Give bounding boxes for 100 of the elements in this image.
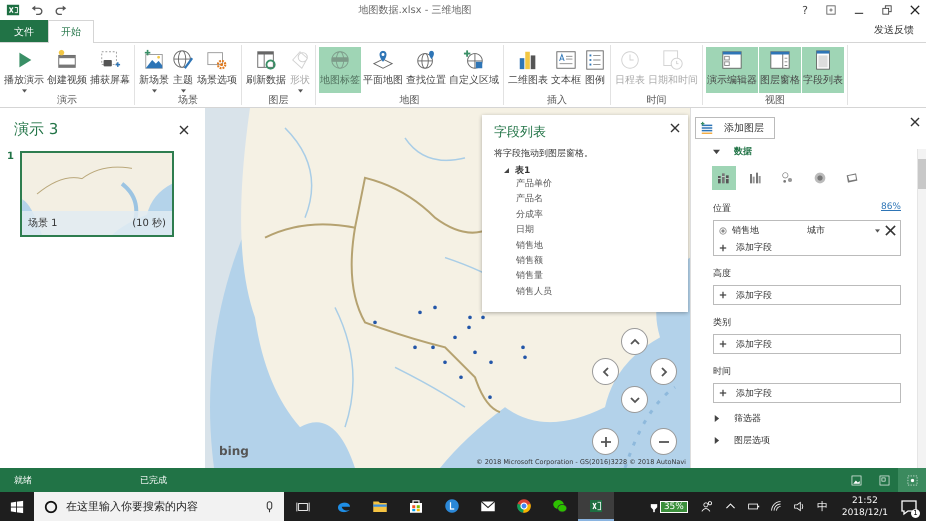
ribbon-button[interactable]: 创建视频 [46, 47, 88, 93]
status-text: 就绪 [14, 474, 32, 486]
group-label: 场景 [178, 94, 198, 108]
task-view-icon[interactable] [296, 500, 310, 514]
refresh-icon [255, 49, 277, 71]
ribbon-button[interactable]: 二维图表 [507, 47, 549, 93]
group-label: 插入 [547, 94, 567, 108]
close-icon[interactable] [670, 123, 680, 133]
field-well-label: 位置 [713, 202, 731, 215]
ribbon-button[interactable]: 场景选项 [196, 47, 238, 93]
clock-date[interactable]: 2018/12/1 [842, 506, 888, 518]
field-item[interactable]: 销售量 [494, 269, 680, 285]
scene-duration: (10 秒) [132, 216, 166, 230]
field-item[interactable]: 产品名 [494, 192, 680, 208]
ribbon-tab[interactable]: 文件 [0, 20, 48, 42]
field-item[interactable]: 日期 [494, 223, 680, 239]
globe-icon [172, 49, 194, 71]
calendar-clock-icon [662, 49, 684, 71]
redo-icon[interactable] [54, 3, 68, 17]
ribbon-button[interactable]: 新场景 [138, 47, 170, 93]
match-confidence-link[interactable]: 86% [880, 202, 901, 215]
visualization-button[interactable] [712, 166, 736, 190]
scene-thumbnail[interactable]: 场景 1 (10 秒) [20, 151, 174, 237]
volume-icon[interactable] [792, 500, 806, 513]
ribbon-button[interactable]: 图层窗格 [759, 47, 801, 93]
microphone-icon[interactable] [265, 500, 274, 512]
section-title[interactable]: 数据 [734, 145, 752, 158]
help-button[interactable]: ? [802, 4, 808, 16]
scene-number: 1 [7, 151, 14, 164]
section-title[interactable]: 图层选项 [734, 434, 770, 447]
ribbon-button[interactable]: 查找位置 [405, 47, 447, 93]
section-title[interactable]: 筛选器 [734, 412, 761, 425]
ribbon-tab[interactable]: 开始 [48, 20, 94, 43]
add-field-button[interactable]: 添加字段 [713, 285, 901, 305]
globe-pin-icon [415, 49, 437, 71]
undo-icon[interactable] [30, 3, 44, 17]
add-field-button[interactable]: 添加字段 [713, 334, 901, 354]
scene-name: 场景 1 [28, 216, 58, 230]
input-method-indicator[interactable]: 中 [816, 499, 828, 514]
plus-icon [719, 291, 727, 299]
table-name[interactable]: 表1 [515, 164, 530, 177]
ribbon-button[interactable]: 自定义区域 [448, 47, 500, 93]
film-icon [56, 49, 78, 71]
view-button[interactable] [898, 468, 926, 492]
ribbon-button[interactable]: 图例 [583, 47, 607, 93]
field-name: 销售地 [732, 224, 760, 237]
people-icon[interactable] [700, 500, 714, 513]
clock-icon [619, 49, 641, 71]
ribbon-button[interactable]: 演示编辑器 [706, 47, 758, 93]
close-icon[interactable] [910, 5, 920, 15]
radio-icon[interactable] [719, 226, 727, 234]
search-field[interactable]: 在这里输入你要搜索的内容 [64, 499, 259, 514]
expanded-icon[interactable] [504, 168, 509, 173]
collapsed-icon[interactable] [713, 415, 720, 422]
group-label: 视图 [765, 94, 785, 108]
search-box[interactable]: 在这里输入你要搜索的内容 [34, 492, 284, 521]
map-frame-icon [878, 474, 890, 486]
plus-icon [719, 244, 727, 252]
add-field-button[interactable]: 添加字段 [713, 383, 901, 403]
close-icon[interactable] [179, 124, 189, 134]
scrollbar[interactable] [917, 149, 926, 468]
add-layer-button[interactable]: 添加图层 [695, 117, 775, 139]
windows-logo-icon[interactable] [10, 500, 24, 514]
globe-icon [329, 49, 351, 71]
field-item[interactable]: 销售人员 [494, 284, 680, 300]
field-item[interactable]: 产品单价 [494, 177, 680, 192]
field-well-label: 时间 [713, 366, 732, 378]
ribbon-button[interactable]: 字段列表 [802, 47, 844, 93]
ribbon-button[interactable]: 文本框 [550, 47, 582, 93]
ribbon-button[interactable]: 主题 [171, 47, 195, 93]
field-item[interactable]: 销售地 [494, 238, 680, 254]
taskbar-app-button[interactable] [578, 492, 614, 521]
field-type[interactable]: 城市 [807, 224, 870, 237]
ribbon-display-icon[interactable] [826, 5, 836, 15]
collapsed-icon[interactable] [713, 437, 720, 444]
field-item[interactable]: 分成率 [494, 208, 680, 224]
plus-icon [600, 436, 612, 448]
remove-icon[interactable] [885, 225, 896, 236]
ribbon-button[interactable]: 捕获屏幕 [89, 47, 131, 93]
pane-icon [769, 49, 791, 71]
expanded-icon[interactable] [713, 148, 720, 155]
close-icon[interactable] [910, 117, 920, 127]
restore-icon[interactable] [882, 5, 892, 15]
text-box-icon [555, 49, 577, 71]
wifi-icon[interactable] [770, 500, 783, 513]
ribbon-button[interactable]: 刷新数据 [245, 47, 287, 93]
clock-time[interactable]: 21:52 [852, 494, 878, 506]
notification-icon[interactable] [900, 498, 918, 516]
add-field-button[interactable]: 添加字段 [714, 241, 900, 254]
spreadsheet-icon[interactable] [6, 3, 20, 17]
field-well-label: 类别 [713, 316, 732, 329]
field-item[interactable]: 销售额 [494, 254, 680, 270]
ribbon-button[interactable]: 播放演示 [3, 47, 45, 93]
caret-icon[interactable] [875, 228, 880, 232]
landscape-icon [143, 49, 165, 71]
ribbon-button[interactable]: 平面地图 [362, 47, 404, 93]
group-label: 地图 [400, 94, 420, 108]
plus-icon [719, 389, 727, 397]
feedback-link[interactable]: 发送反馈 [862, 23, 926, 42]
window-title: 地图数据.xlsx - 三维地图 [358, 4, 473, 17]
